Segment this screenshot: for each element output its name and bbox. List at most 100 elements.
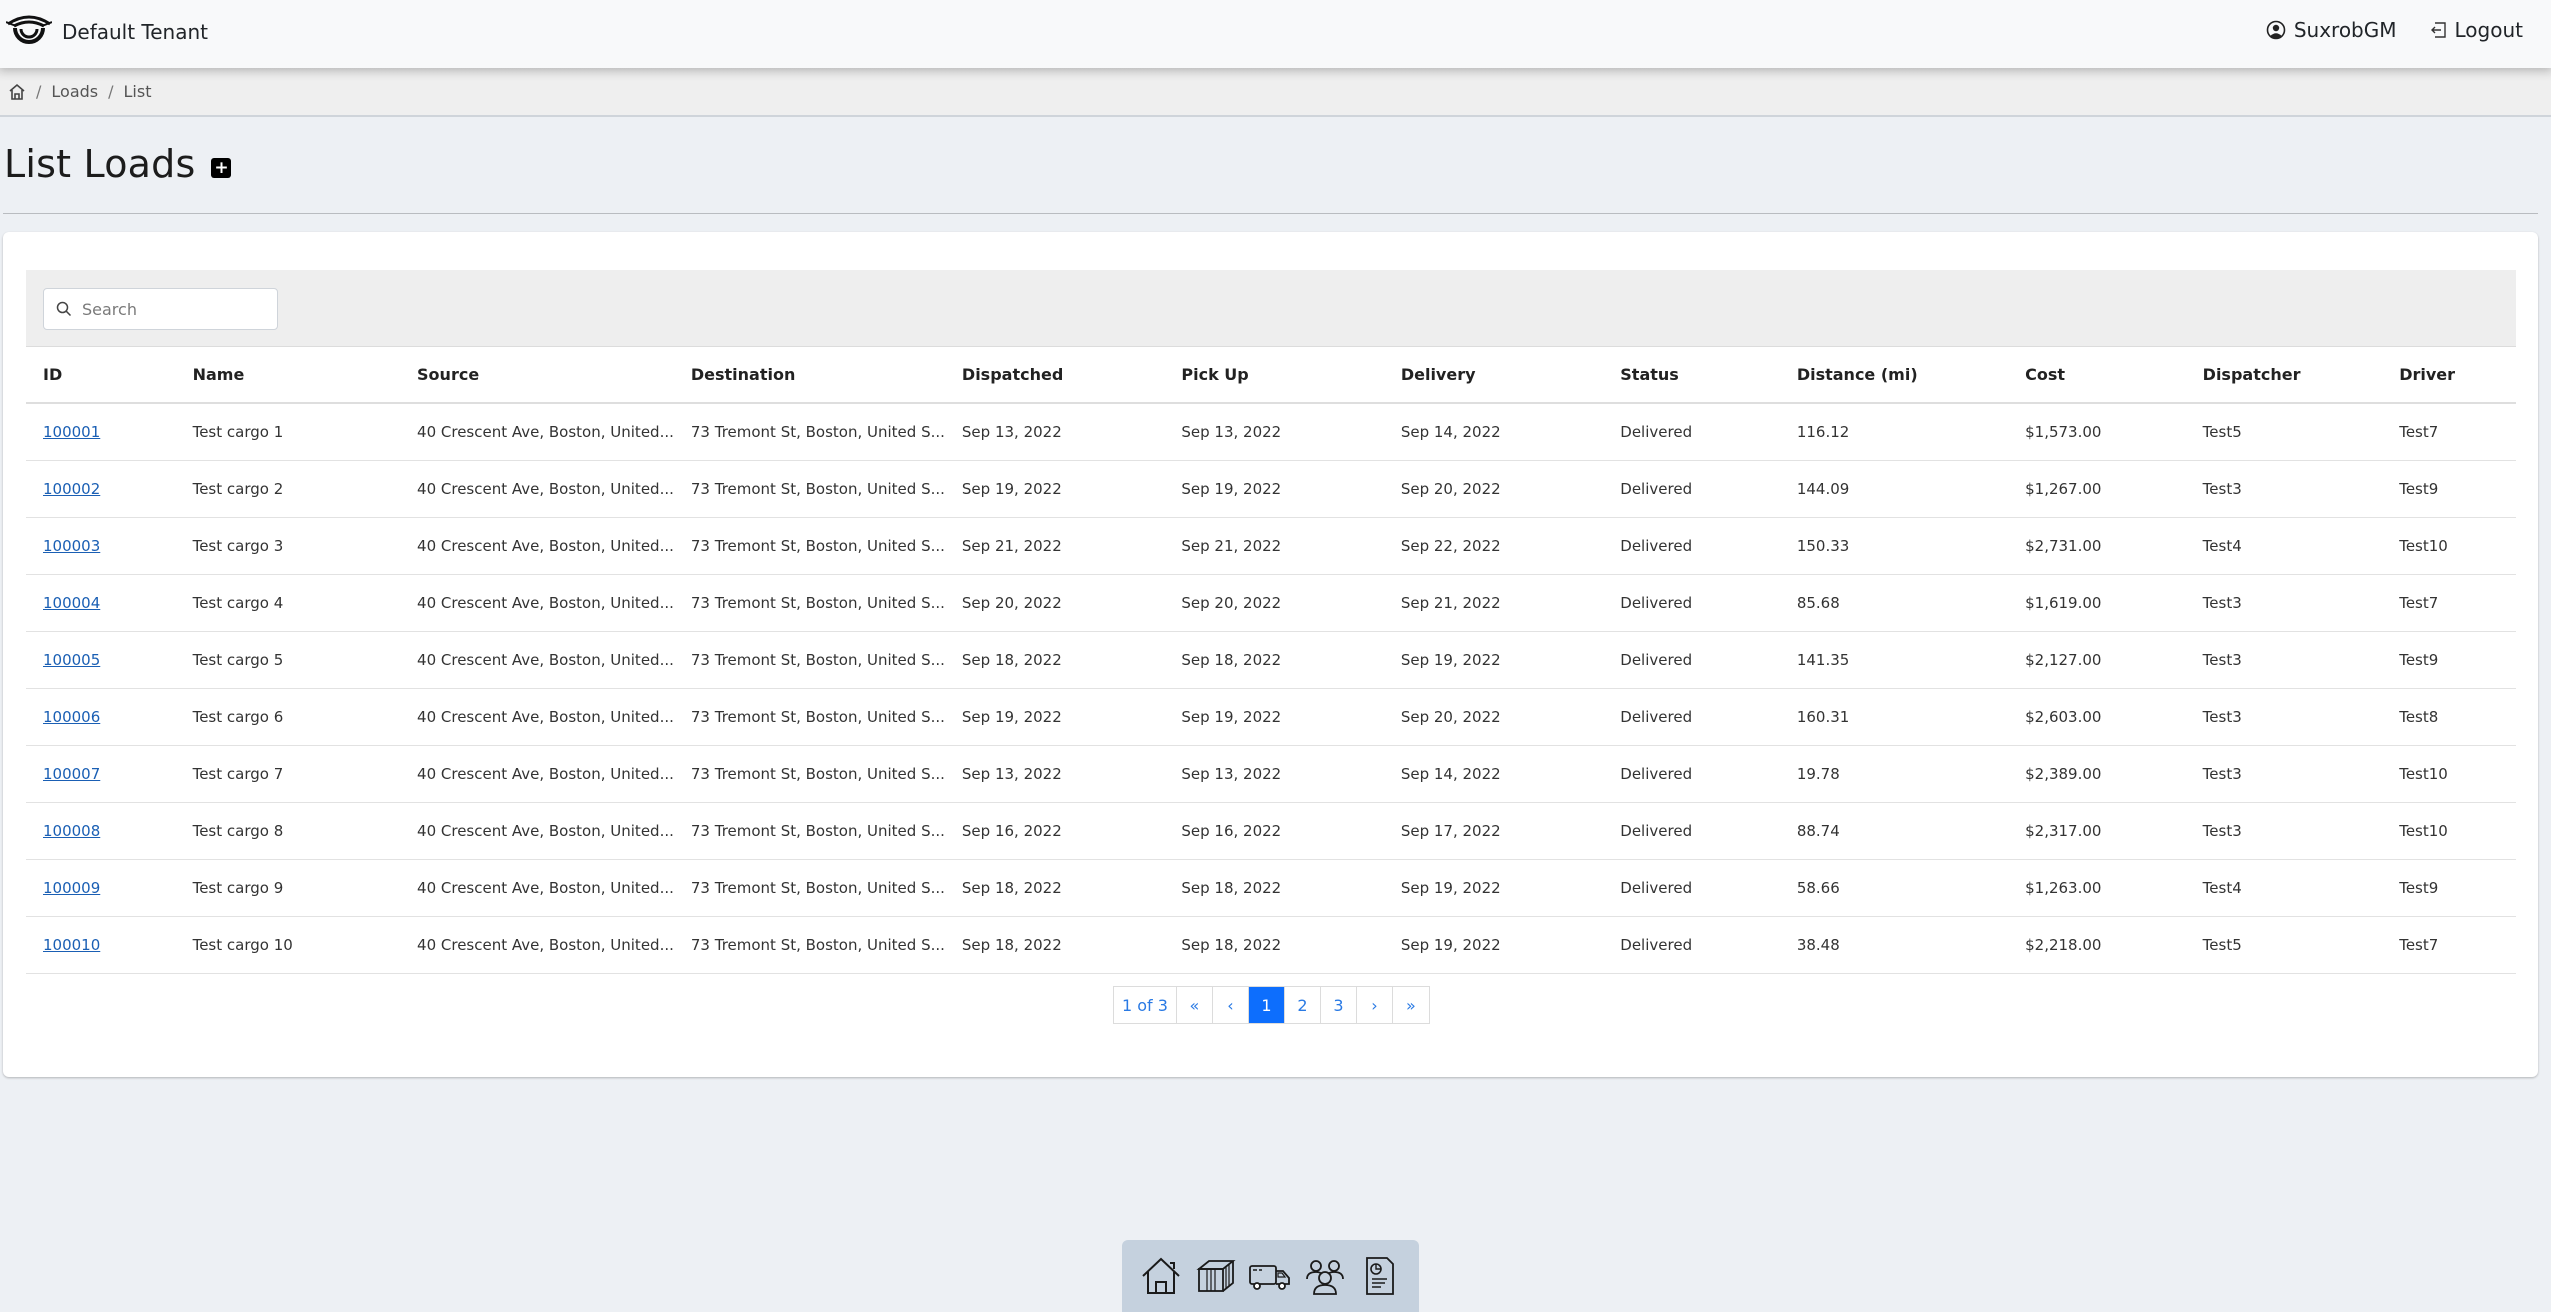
prev-page-button[interactable]: ‹ bbox=[1212, 987, 1249, 1023]
breadcrumb-item-loads[interactable]: Loads bbox=[51, 82, 98, 101]
cell-source: 40 Crescent Ave, Boston, United... bbox=[400, 631, 674, 689]
search-input[interactable] bbox=[82, 299, 262, 319]
load-id-link[interactable]: 100010 bbox=[43, 936, 100, 954]
load-id-link[interactable]: 100008 bbox=[43, 822, 100, 840]
column-header-dispatched[interactable]: Dispatched bbox=[944, 347, 1165, 404]
cell-driver: Test8 bbox=[2382, 688, 2516, 746]
breadcrumb-separator: / bbox=[108, 82, 114, 101]
search-icon bbox=[56, 301, 72, 317]
cell-distance: 85.68 bbox=[1779, 574, 2009, 632]
cell-name: Test cargo 5 bbox=[175, 631, 401, 689]
column-header-destination[interactable]: Destination bbox=[673, 347, 945, 404]
cell-dispatcher: Test4 bbox=[2185, 517, 2383, 575]
cell-id: 100003 bbox=[26, 517, 176, 575]
table-row[interactable]: 100006 Test cargo 6 40 Crescent Ave, Bosto… bbox=[26, 688, 2516, 746]
cell-driver: Test7 bbox=[2382, 916, 2516, 974]
dock-item-employees[interactable] bbox=[1302, 1253, 1348, 1299]
page-button-2[interactable]: 2 bbox=[1284, 987, 1321, 1023]
dock-item-reports[interactable] bbox=[1357, 1253, 1403, 1299]
cell-dispatched: Sep 18, 2022 bbox=[944, 859, 1165, 917]
dock-item-trucks[interactable] bbox=[1247, 1253, 1293, 1299]
cell-name: Test cargo 2 bbox=[175, 460, 401, 518]
brand[interactable]: Default Tenant bbox=[5, 12, 208, 52]
cell-dispatched: Sep 13, 2022 bbox=[944, 745, 1165, 803]
add-load-button[interactable]: + bbox=[211, 157, 232, 178]
column-header-name[interactable]: Name bbox=[175, 347, 401, 404]
first-page-button[interactable]: « bbox=[1176, 987, 1213, 1023]
home-icon bbox=[1142, 1257, 1180, 1294]
logout-button[interactable]: Logout bbox=[2429, 18, 2523, 42]
cell-dispatched: Sep 19, 2022 bbox=[944, 460, 1165, 518]
search-box[interactable] bbox=[43, 288, 278, 330]
load-id-link[interactable]: 100007 bbox=[43, 765, 100, 783]
load-id-link[interactable]: 100004 bbox=[43, 594, 100, 612]
username: SuxrobGM bbox=[2293, 18, 2397, 42]
cell-destination: 73 Tremont St, Boston, United S... bbox=[673, 403, 945, 461]
table-row[interactable]: 100008 Test cargo 8 40 Crescent Ave, Bosto… bbox=[26, 802, 2516, 860]
cell-dispatcher: Test5 bbox=[2185, 916, 2383, 974]
table-row[interactable]: 100002 Test cargo 2 40 Crescent Ave, Bosto… bbox=[26, 460, 2516, 518]
cell-dispatched: Sep 19, 2022 bbox=[944, 688, 1165, 746]
cell-delivery: Sep 21, 2022 bbox=[1383, 574, 1604, 632]
cell-delivery: Sep 19, 2022 bbox=[1383, 859, 1604, 917]
dock-item-loads[interactable] bbox=[1193, 1253, 1239, 1299]
load-id-link[interactable]: 100009 bbox=[43, 879, 100, 897]
column-header-cost[interactable]: Cost bbox=[2008, 347, 2186, 404]
load-id-link[interactable]: 100001 bbox=[43, 423, 100, 441]
plus-square-icon: + bbox=[214, 157, 229, 178]
cell-dispatcher: Test5 bbox=[2185, 403, 2383, 461]
cell-name: Test cargo 3 bbox=[175, 517, 401, 575]
load-id-link[interactable]: 100002 bbox=[43, 480, 100, 498]
cell-pickup: Sep 13, 2022 bbox=[1164, 745, 1384, 803]
column-header-pickup[interactable]: Pick Up bbox=[1164, 347, 1384, 404]
cell-dispatcher: Test3 bbox=[2185, 688, 2383, 746]
table-row[interactable]: 100009 Test cargo 9 40 Crescent Ave, Bosto… bbox=[26, 859, 2516, 917]
cell-distance: 150.33 bbox=[1779, 517, 2009, 575]
cell-name: Test cargo 6 bbox=[175, 688, 401, 746]
user-profile-link[interactable]: SuxrobGM bbox=[2266, 18, 2397, 42]
cell-delivery: Sep 14, 2022 bbox=[1383, 403, 1604, 461]
cell-delivery: Sep 17, 2022 bbox=[1383, 802, 1604, 860]
load-id-link[interactable]: 100005 bbox=[43, 651, 100, 669]
page-title: List Loads bbox=[4, 142, 196, 186]
column-header-status[interactable]: Status bbox=[1603, 347, 1780, 404]
cell-delivery: Sep 19, 2022 bbox=[1383, 631, 1604, 689]
column-header-distance[interactable]: Distance (mi) bbox=[1779, 347, 2009, 404]
report-icon bbox=[1365, 1257, 1394, 1295]
cell-pickup: Sep 19, 2022 bbox=[1164, 460, 1384, 518]
bottom-dock bbox=[1122, 1240, 1419, 1312]
cell-source: 40 Crescent Ave, Boston, United... bbox=[400, 745, 674, 803]
cell-status: Delivered bbox=[1603, 631, 1780, 689]
cell-distance: 144.09 bbox=[1779, 460, 2009, 518]
cell-id: 100007 bbox=[26, 745, 176, 803]
cell-pickup: Sep 19, 2022 bbox=[1164, 688, 1384, 746]
column-header-driver[interactable]: Driver bbox=[2382, 347, 2516, 404]
breadcrumb-home-link[interactable] bbox=[8, 83, 26, 101]
load-id-link[interactable]: 100003 bbox=[43, 537, 100, 555]
load-id-link[interactable]: 100006 bbox=[43, 708, 100, 726]
cell-driver: Test7 bbox=[2382, 574, 2516, 632]
last-page-button[interactable]: » bbox=[1392, 987, 1429, 1023]
table-row[interactable]: 100005 Test cargo 5 40 Crescent Ave, Bosto… bbox=[26, 631, 2516, 689]
cell-destination: 73 Tremont St, Boston, United S... bbox=[673, 574, 945, 632]
page-button-3[interactable]: 3 bbox=[1320, 987, 1357, 1023]
column-header-delivery[interactable]: Delivery bbox=[1383, 347, 1604, 404]
column-header-dispatcher[interactable]: Dispatcher bbox=[2185, 347, 2383, 404]
table-row[interactable]: 100003 Test cargo 3 40 Crescent Ave, Bosto… bbox=[26, 517, 2516, 575]
cell-destination: 73 Tremont St, Boston, United S... bbox=[673, 517, 945, 575]
top-navbar: Default Tenant SuxrobGM Logout bbox=[0, 0, 2551, 68]
cell-pickup: Sep 18, 2022 bbox=[1164, 631, 1384, 689]
cell-status: Delivered bbox=[1603, 403, 1780, 461]
dock-item-home[interactable] bbox=[1138, 1253, 1184, 1299]
next-page-button[interactable]: › bbox=[1356, 987, 1393, 1023]
cell-delivery: Sep 22, 2022 bbox=[1383, 517, 1604, 575]
column-header-source[interactable]: Source bbox=[400, 347, 674, 404]
cell-dispatched: Sep 18, 2022 bbox=[944, 916, 1165, 974]
cell-cost: $2,603.00 bbox=[2008, 688, 2186, 746]
table-row[interactable]: 100007 Test cargo 7 40 Crescent Ave, Bosto… bbox=[26, 745, 2516, 803]
table-row[interactable]: 100001 Test cargo 1 40 Crescent Ave, Bosto… bbox=[26, 403, 2516, 461]
table-row[interactable]: 100010 Test cargo 10 40 Crescent Ave, Bost… bbox=[26, 916, 2516, 974]
page-button-1[interactable]: 1 bbox=[1248, 987, 1285, 1023]
table-row[interactable]: 100004 Test cargo 4 40 Crescent Ave, Bosto… bbox=[26, 574, 2516, 632]
column-header-id[interactable]: ID bbox=[26, 347, 176, 404]
